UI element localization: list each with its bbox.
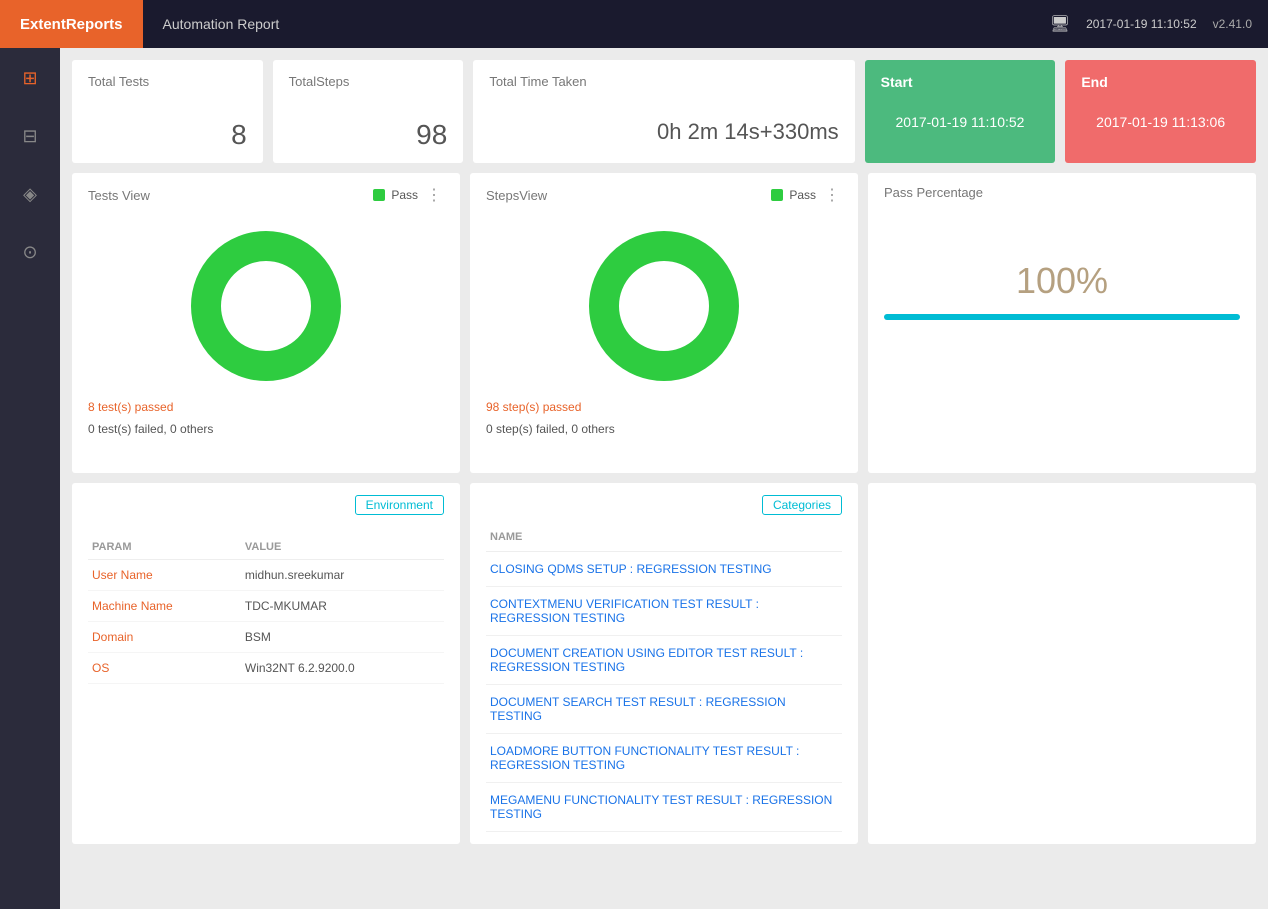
total-steps-value: 98 [289,119,448,151]
tests-view-menu[interactable]: ⋮ [426,185,444,205]
steps-view-title: StepsView [486,188,547,203]
start-value: 2017-01-19 11:10:52 [881,114,1040,130]
list-item[interactable]: LOADMORE BUTTON FUNCTIONALITY TEST RESUL… [486,734,842,783]
env-param: User Name [88,560,241,591]
stat-row: Total Tests 8 TotalSteps 98 Total Time T… [72,60,1256,163]
steps-view-stats: 98 step(s) passed 0 step(s) failed, 0 ot… [486,397,842,440]
env-param: OS [88,653,241,684]
categories-name-col: NAME [486,527,842,552]
start-label: Start [881,74,1040,90]
environment-tag: Environment [355,495,444,515]
total-tests-label: Total Tests [88,74,247,89]
category-link[interactable]: DOCUMENT CREATION USING EDITOR TEST RESU… [490,646,803,674]
list-item[interactable]: DOCUMENT CREATION USING EDITOR TEST RESU… [486,636,842,685]
tests-view-header: Tests View Pass ⋮ [88,185,444,205]
total-time-card: Total Time Taken 0h 2m 14s+330ms [473,60,854,163]
category-link[interactable]: CONTEXTMENU VERIFICATION TEST RESULT : R… [490,597,759,625]
list-item[interactable]: CONTEXTMENU VERIFICATION TEST RESULT : R… [486,587,842,636]
end-label: End [1081,74,1240,90]
charts-row: Tests View Pass ⋮ 8 test(s) passed 0 tes… [72,173,1256,473]
tests-view-legend-label: Pass [391,188,418,202]
env-tag-container: Environment [88,495,444,527]
cat-tag-container: Categories [486,495,842,527]
steps-failed-text: 0 step(s) failed, 0 others [486,419,842,441]
tests-failed-text: 0 test(s) failed, 0 others [88,419,444,441]
category-link[interactable]: LOADMORE BUTTON FUNCTIONALITY TEST RESUL… [490,744,799,772]
navbar-title: Automation Report [143,16,300,32]
steps-view-card: StepsView Pass ⋮ 98 step(s) passed 0 ste… [470,173,858,473]
tests-view-legend: Pass [373,188,418,202]
env-value: midhun.sreekumar [241,560,444,591]
total-tests-card: Total Tests 8 [72,60,263,163]
total-steps-card: TotalSteps 98 [273,60,464,163]
env-param: Machine Name [88,591,241,622]
pass-percentage-value: 100% [884,260,1240,302]
end-value: 2017-01-19 11:13:06 [1081,114,1240,130]
env-table-row: OSWin32NT 6.2.9200.0 [88,653,444,684]
environment-table: PARAM VALUE User Namemidhun.sreekumarMac… [88,535,444,684]
monitor-icon: 🖥 [1050,14,1070,34]
value-col-header: VALUE [241,535,444,560]
sidebar-item-dashboard[interactable]: ⊞ [10,58,50,98]
pass-dot [373,189,385,201]
sidebar-item-tests[interactable]: ⊟ [10,116,50,156]
env-param: Domain [88,622,241,653]
pass-percentage-title: Pass Percentage [884,185,983,200]
param-col-header: PARAM [88,535,241,560]
layout: ⊞ ⊟ ◈ ⊙ Total Tests 8 TotalSteps 98 Tota… [0,48,1268,909]
total-steps-label: TotalSteps [289,74,448,89]
tests-donut [191,231,341,381]
end-card: End 2017-01-19 11:13:06 [1065,60,1256,163]
tests-donut-container [88,211,444,397]
env-table-row: DomainBSM [88,622,444,653]
empty-panel [868,483,1256,844]
categories-tag: Categories [762,495,842,515]
steps-donut-container [486,211,842,397]
tests-view-stats: 8 test(s) passed 0 test(s) failed, 0 oth… [88,397,444,440]
tests-passed-text: 8 test(s) passed [88,397,444,419]
total-time-label: Total Time Taken [489,74,838,89]
steps-donut [589,231,739,381]
tests-view-title: Tests View [88,188,150,203]
navbar: ExtentReports Automation Report 🖥 2017-0… [0,0,1268,48]
category-link[interactable]: CLOSING QDMS SETUP : REGRESSION TESTING [490,562,772,576]
env-table-row: Machine NameTDC-MKUMAR [88,591,444,622]
categories-list: CLOSING QDMS SETUP : REGRESSION TESTING C… [486,552,842,832]
sidebar-item-tags[interactable]: ◈ [10,174,50,214]
progress-bar-container [884,314,1240,320]
total-tests-value: 8 [88,119,247,151]
sidebar: ⊞ ⊟ ◈ ⊙ [0,48,60,909]
navbar-datetime: 2017-01-19 11:10:52 [1086,17,1197,31]
env-value: Win32NT 6.2.9200.0 [241,653,444,684]
list-item[interactable]: DOCUMENT SEARCH TEST RESULT : REGRESSION… [486,685,842,734]
total-time-value: 0h 2m 14s+330ms [489,119,838,145]
steps-view-legend: Pass [771,188,816,202]
list-item[interactable]: CLOSING QDMS SETUP : REGRESSION TESTING [486,552,842,587]
environment-card: Environment PARAM VALUE User Namemidhun.… [72,483,460,844]
navbar-version: v2.41.0 [1213,17,1252,31]
steps-view-menu[interactable]: ⋮ [824,185,842,205]
tests-view-card: Tests View Pass ⋮ 8 test(s) passed 0 tes… [72,173,460,473]
env-table-row: User Namemidhun.sreekumar [88,560,444,591]
env-value: TDC-MKUMAR [241,591,444,622]
env-value: BSM [241,622,444,653]
start-card: Start 2017-01-19 11:10:52 [865,60,1056,163]
pass-percentage-card: Pass Percentage 100% [868,173,1256,473]
progress-bar-fill [884,314,1240,320]
brand-text: ExtentReports [20,16,123,33]
steps-pass-dot [771,189,783,201]
steps-view-legend-label: Pass [789,188,816,202]
pass-percentage-header: Pass Percentage [884,185,1240,200]
steps-view-header: StepsView Pass ⋮ [486,185,842,205]
category-link[interactable]: MEGAMENU FUNCTIONALITY TEST RESULT : REG… [490,793,832,821]
categories-card: Categories NAME CLOSING QDMS SETUP : REG… [470,483,858,844]
list-item[interactable]: MEGAMENU FUNCTIONALITY TEST RESULT : REG… [486,783,842,832]
sidebar-item-settings[interactable]: ⊙ [10,232,50,272]
navbar-right: 🖥 2017-01-19 11:10:52 v2.41.0 [1050,14,1268,34]
steps-passed-text: 98 step(s) passed [486,397,842,419]
navbar-brand[interactable]: ExtentReports [0,0,143,48]
bottom-row: Environment PARAM VALUE User Namemidhun.… [72,483,1256,844]
category-link[interactable]: DOCUMENT SEARCH TEST RESULT : REGRESSION… [490,695,786,723]
main-content: Total Tests 8 TotalSteps 98 Total Time T… [60,48,1268,909]
